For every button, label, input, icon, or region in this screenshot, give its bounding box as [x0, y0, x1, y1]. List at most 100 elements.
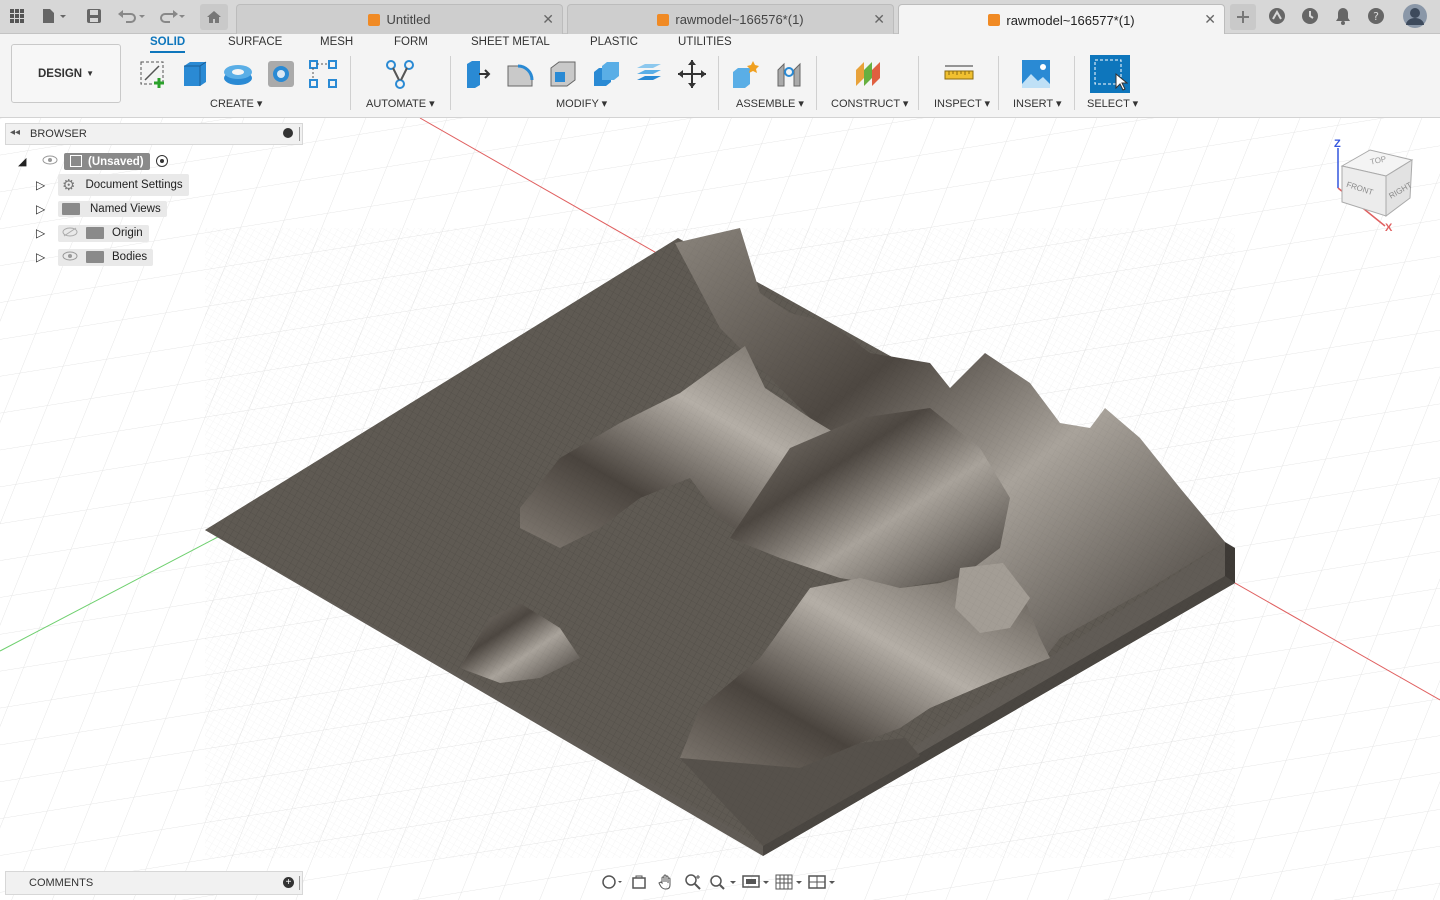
- orbit-icon[interactable]: [600, 871, 624, 893]
- apps-grid-icon[interactable]: [6, 5, 28, 27]
- eye-icon[interactable]: [42, 155, 58, 168]
- move-copy-icon[interactable]: [675, 56, 709, 92]
- automate-menu[interactable]: AUTOMATE ▾: [366, 97, 435, 110]
- joint-icon[interactable]: [772, 56, 806, 92]
- offset-plane-icon[interactable]: [851, 56, 885, 92]
- browser-item-origin[interactable]: ▷ Origin: [36, 222, 149, 244]
- tab-utilities[interactable]: UTILITIES: [678, 36, 732, 48]
- close-icon[interactable]: ✕: [1204, 11, 1216, 28]
- pattern-icon[interactable]: [306, 56, 340, 92]
- browser-root-row[interactable]: ◢ (Unsaved): [18, 150, 168, 172]
- eye-icon[interactable]: [62, 251, 78, 264]
- terrain-body[interactable]: [205, 228, 1235, 858]
- close-icon[interactable]: ✕: [873, 11, 885, 28]
- tab-mesh[interactable]: MESH: [320, 36, 353, 48]
- shell-icon[interactable]: [546, 56, 580, 92]
- display-settings-icon[interactable]: [741, 871, 771, 893]
- construct-menu[interactable]: CONSTRUCT ▾: [831, 97, 908, 110]
- save-icon[interactable]: [84, 5, 104, 27]
- view-cube[interactable]: Z X TOP FRONT RIGHT: [1330, 138, 1420, 238]
- browser-item-document-settings[interactable]: ▷ ⚙ Document Settings: [36, 174, 189, 196]
- minimize-icon[interactable]: [283, 128, 293, 138]
- add-comment-icon[interactable]: +: [283, 877, 294, 888]
- fit-zoom-icon[interactable]: [708, 871, 738, 893]
- model-canvas[interactable]: [0, 118, 1440, 900]
- activate-radio-icon[interactable]: [155, 155, 168, 167]
- grid-settings-icon[interactable]: [774, 871, 804, 893]
- canvas-viewport[interactable]: Z X TOP FRONT RIGHT: [0, 118, 1440, 900]
- select-tool-icon[interactable]: [1090, 55, 1130, 93]
- browser-root-label[interactable]: (Unsaved): [64, 152, 150, 170]
- collapsed-triangle-icon[interactable]: ▷: [36, 226, 50, 240]
- tab-rawmodel-166577[interactable]: rawmodel~166577*(1) ✕: [898, 4, 1225, 35]
- tab-form[interactable]: FORM: [394, 36, 428, 48]
- new-component-icon[interactable]: [728, 56, 762, 92]
- tree-item-pill[interactable]: ⚙ Document Settings: [58, 174, 189, 196]
- viewports-icon[interactable]: [807, 871, 837, 893]
- browser-item-named-views[interactable]: ▷ Named Views: [36, 198, 167, 220]
- press-pull-icon[interactable]: [460, 56, 494, 92]
- pan-hand-icon[interactable]: [654, 871, 678, 893]
- help-icon[interactable]: ?: [1366, 5, 1386, 27]
- measure-icon[interactable]: [942, 56, 976, 92]
- group-label: AUTOMATE: [366, 98, 427, 110]
- insert-image-icon[interactable]: [1019, 56, 1053, 92]
- collapsed-triangle-icon[interactable]: ▷: [36, 202, 50, 216]
- zoom-icon[interactable]: [681, 871, 705, 893]
- revolve-icon[interactable]: [221, 56, 255, 92]
- expanded-triangle-icon[interactable]: ◢: [18, 155, 34, 168]
- extensions-icon[interactable]: [1267, 5, 1287, 27]
- offset-face-icon[interactable]: [632, 56, 666, 92]
- redo-icon[interactable]: [156, 5, 188, 27]
- panel-grip[interactable]: [299, 876, 300, 890]
- panel-grip[interactable]: [299, 127, 300, 141]
- tab-surface[interactable]: SURFACE: [228, 36, 282, 48]
- tree-item-pill[interactable]: Named Views: [58, 201, 167, 217]
- insert-menu[interactable]: INSERT ▾: [1013, 97, 1062, 110]
- look-at-icon[interactable]: [627, 871, 651, 893]
- browser-item-bodies[interactable]: ▷ Bodies: [36, 246, 154, 268]
- divider: [816, 56, 817, 110]
- hole-icon[interactable]: [264, 56, 298, 92]
- comments-title: COMMENTS: [29, 877, 94, 889]
- tab-sheet-metal[interactable]: SHEET METAL: [471, 36, 550, 48]
- ribbon-toolbar: DESIGN ▼ SOLID SURFACE MESH FORM SHEET M…: [0, 34, 1440, 118]
- job-status-icon[interactable]: [1300, 5, 1320, 27]
- close-icon[interactable]: ✕: [542, 11, 554, 28]
- fillet-icon[interactable]: [503, 56, 537, 92]
- assemble-menu[interactable]: ASSEMBLE ▾: [736, 97, 804, 110]
- tab-label: rawmodel~166577*(1): [1006, 12, 1135, 28]
- user-avatar[interactable]: [1402, 3, 1428, 29]
- inspect-menu[interactable]: INSPECT ▾: [934, 97, 990, 110]
- home-icon[interactable]: [200, 4, 228, 30]
- group-label: CREATE: [210, 98, 254, 110]
- combine-icon[interactable]: [589, 56, 623, 92]
- group-label: CONSTRUCT: [831, 98, 900, 110]
- modify-menu[interactable]: MODIFY ▾: [556, 97, 607, 110]
- tab-rawmodel-166576[interactable]: rawmodel~166576*(1) ✕: [567, 4, 894, 34]
- caret-down-icon: ▼: [86, 69, 94, 78]
- file-menu-icon[interactable]: [38, 5, 70, 27]
- collapsed-triangle-icon[interactable]: ▷: [36, 178, 50, 192]
- comments-panel[interactable]: COMMENTS +: [5, 871, 303, 895]
- automate-icon[interactable]: [383, 56, 417, 92]
- tab-plastic[interactable]: PLASTIC: [590, 36, 638, 48]
- eye-hidden-icon[interactable]: [62, 227, 78, 240]
- divider: [350, 56, 351, 110]
- undo-icon[interactable]: [116, 5, 148, 27]
- tab-solid[interactable]: SOLID: [150, 36, 186, 53]
- select-menu[interactable]: SELECT ▾: [1087, 97, 1138, 110]
- notifications-bell-icon[interactable]: [1333, 5, 1353, 27]
- svg-text:?: ?: [1373, 10, 1379, 23]
- new-tab-icon[interactable]: [1230, 4, 1256, 30]
- workspace-switcher[interactable]: DESIGN ▼: [11, 44, 121, 103]
- root-name: (Unsaved): [88, 155, 144, 168]
- create-sketch-icon[interactable]: [136, 56, 170, 92]
- create-menu[interactable]: CREATE ▾: [210, 97, 262, 110]
- tab-untitled[interactable]: Untitled ✕: [236, 4, 563, 34]
- collapse-panel-icon[interactable]: ◂◂: [10, 127, 20, 138]
- extrude-icon[interactable]: [178, 56, 212, 92]
- tree-item-pill[interactable]: Bodies: [58, 248, 154, 266]
- collapsed-triangle-icon[interactable]: ▷: [36, 250, 50, 264]
- tree-item-pill[interactable]: Origin: [58, 224, 149, 242]
